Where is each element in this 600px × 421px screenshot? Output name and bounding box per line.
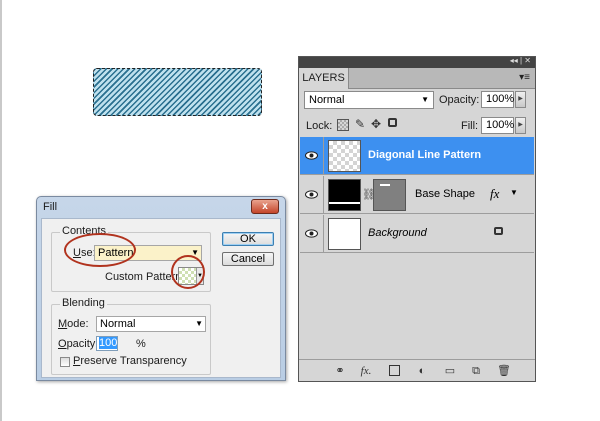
thumbnail-mark (380, 184, 390, 186)
preserve-transparency-checkbox[interactable] (60, 357, 70, 367)
blending-legend: Blending (60, 297, 107, 309)
eye-icon (305, 151, 318, 160)
lock-label: Lock: (306, 120, 333, 132)
layer-row-base-shape[interactable]: ⛓ Base Shape fx ▼ (300, 176, 534, 214)
cancel-button[interactable]: Cancel (222, 252, 274, 266)
layer-thumbnail (328, 218, 361, 250)
layers-panel: ◂◂ | ✕ LAYERS ▾≡ Normal ▼ Opacity: 100% … (298, 56, 536, 382)
layers-bottom-toolbar: ⚭ fx. ◐ ▭ ⧉ 🗑 (299, 359, 535, 381)
lock-move-icon[interactable]: ✥ (371, 117, 381, 131)
mode-value: Normal (100, 318, 136, 330)
mode-dropdown[interactable]: Normal ▼ (96, 316, 206, 332)
panel-tab-bar: LAYERS ▾≡ (299, 68, 535, 89)
fill-slider-button[interactable]: ▶ (515, 117, 526, 134)
preserve-transparency-label: Preserve Transparency (73, 355, 187, 367)
visibility-toggle[interactable] (300, 215, 324, 253)
link-layers-icon[interactable]: ⚭ (333, 364, 347, 378)
pattern-highlight-ellipse (171, 255, 205, 289)
chevron-down-icon: ▼ (195, 319, 203, 328)
preserve-rest: reserve Transparency (80, 355, 187, 367)
opacity-slider-button[interactable]: ▶ (515, 91, 526, 108)
visibility-toggle[interactable] (300, 176, 324, 214)
opacity-label-rest: pacity: (66, 338, 99, 350)
use-highlight-ellipse (64, 233, 136, 267)
panel-controls-icon[interactable]: ◂◂ | ✕ (510, 56, 531, 65)
close-button[interactable]: x (251, 199, 279, 214)
eye-icon (305, 190, 318, 199)
ok-button[interactable]: OK (222, 232, 274, 246)
mode-label: Mode: (58, 318, 89, 330)
trash-icon[interactable]: 🗑 (497, 364, 511, 378)
fill-dialog: Fill x Contents Use: Pattern ▼ Custom Pa… (36, 196, 286, 381)
opacity-label: Opacity: (439, 94, 480, 106)
visibility-toggle[interactable] (300, 137, 324, 175)
lock-all-icon[interactable] (388, 118, 397, 127)
lock-brush-icon[interactable]: ✎ (355, 117, 365, 131)
chevron-down-icon[interactable]: ▼ (510, 188, 518, 197)
layer-row-diagonal-line-pattern[interactable]: Diagonal Line Pattern (300, 137, 534, 175)
vector-mask-thumbnail[interactable] (373, 179, 406, 211)
opacity-input[interactable]: 100 (96, 336, 118, 351)
layer-row-background[interactable]: Background (300, 215, 534, 253)
eye-icon (305, 229, 318, 238)
lock-icon (494, 227, 503, 235)
opacity-unit: % (136, 338, 146, 350)
mask-icon[interactable] (389, 365, 400, 376)
layer-name: Diagonal Line Pattern (368, 149, 482, 161)
fx-icon[interactable]: fx (490, 186, 499, 202)
opacity-value: 100 (99, 337, 118, 349)
thumbnail-stripe (329, 202, 360, 204)
fx-icon[interactable]: fx. (359, 364, 373, 378)
layer-thumbnail (328, 179, 361, 211)
mode-label-key: M (58, 318, 68, 330)
opacity-label-key: O (58, 338, 67, 350)
panel-title-bar: ◂◂ | ✕ (299, 56, 535, 68)
layer-name: Background (368, 227, 427, 239)
group-icon[interactable]: ▭ (443, 364, 457, 378)
adjustment-icon[interactable]: ◐ (415, 364, 429, 378)
layer-fill-input[interactable]: 100% (481, 117, 514, 134)
layer-name: Base Shape (415, 188, 475, 200)
layer-thumbnail (328, 140, 361, 172)
dialog-title: Fill (43, 201, 58, 213)
pattern-selection-shape[interactable] (93, 68, 262, 116)
panel-menu-icon[interactable]: ▾≡ (519, 72, 530, 83)
page-edge (0, 0, 2, 421)
new-layer-icon[interactable]: ⧉ (469, 364, 483, 378)
close-icon: x (262, 201, 268, 212)
chevron-down-icon: ▼ (421, 95, 429, 104)
mode-label-rest: ode: (67, 318, 89, 330)
blend-mode-dropdown[interactable]: Normal ▼ (304, 91, 434, 109)
opacity-label: Opacity: (58, 338, 98, 350)
lock-transparent-icon[interactable] (337, 119, 349, 131)
tab-layers[interactable]: LAYERS (299, 68, 349, 89)
layer-opacity-input[interactable]: 100% (481, 91, 514, 108)
blending-group: Blending Mode: Normal ▼ Opacity: 100 % P… (51, 297, 211, 375)
fill-label: Fill: (461, 120, 479, 132)
blend-mode-value: Normal (309, 94, 345, 106)
